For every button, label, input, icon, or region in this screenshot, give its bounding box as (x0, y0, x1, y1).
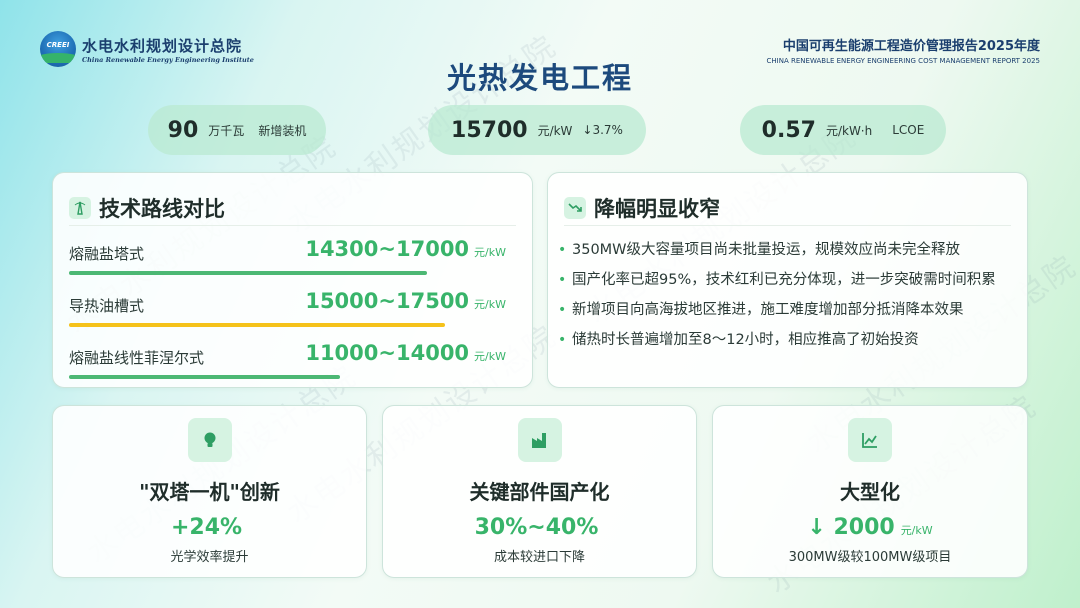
highlight-unit: 元/kW (900, 524, 933, 537)
highlight-card-localization: 关键部件国产化 30%~40% 成本较进口下降 (382, 405, 697, 578)
highlight-title: 关键部件国产化 (469, 480, 610, 504)
tech-name: 熔融盐线性菲涅尔式 (69, 349, 205, 367)
highlight-title: "双塔一机"创新 (139, 480, 280, 504)
tech-cost: 15000~17500 元/kW (305, 289, 506, 313)
highlight-value: +24% (53, 515, 366, 540)
card-title: 降幅明显收窄 (594, 197, 720, 221)
reason-list: 350MW级大容量项目尚未批量投运，规模效应尚未完全释放 国产化率已超95%，技… (556, 235, 1023, 355)
kpi-capacity: 90 万千瓦 新增装机 (148, 105, 326, 155)
highlight-value: ↓ 2000 元/kW (713, 515, 1027, 540)
decline-card: 降幅明显收窄 350MW级大容量项目尚未批量投运，规模效应尚未完全释放 国产化率… (547, 172, 1028, 388)
tech-cost: 14300~17000 元/kW (305, 237, 506, 261)
page-title: 光热发电工程 (446, 61, 633, 95)
tech-cost: 11000~14000 元/kW (305, 341, 506, 365)
kpi-cost: 15700 元/kW ↓3.7% (428, 105, 646, 155)
report-title-cn: 中国可再生能源工程造价管理报告2025年度 (782, 39, 1040, 54)
divider (564, 225, 1011, 226)
highlight-card-dual-tower: "双塔一机"创新 +24% 光学效率提升 (52, 405, 367, 578)
kpi-value: 0.57 (761, 117, 816, 143)
tech-cost-unit: 元/kW (474, 298, 506, 311)
highlight-value: 30%~40% (383, 515, 696, 540)
kpi-lcoe: 0.57 元/kW·h LCOE (740, 105, 946, 155)
kpi-label: LCOE (892, 123, 925, 137)
highlight-desc: 300MW级较100MW级项目 (788, 550, 952, 565)
kpi-label: ↓3.7% (582, 123, 623, 137)
kpi-unit: 元/kW (537, 123, 573, 138)
card-header: 降幅明显收窄 (564, 193, 720, 223)
kpi-value: 15700 (451, 117, 528, 143)
org-name: 水电水利规划设计总院 (82, 36, 243, 55)
list-item: 350MW级大容量项目尚未批量投运，规模效应尚未完全释放 (556, 235, 1023, 265)
tech-name: 导热油槽式 (69, 297, 145, 315)
tech-row: 熔融盐塔式 14300~17000 元/kW (69, 237, 506, 279)
highlight-desc: 成本较进口下降 (493, 550, 585, 565)
tech-cost-unit: 元/kW (474, 350, 506, 363)
tech-row: 导热油槽式 15000~17500 元/kW (69, 289, 506, 331)
kpi-unit: 万千瓦 (208, 123, 245, 138)
card-title: 技术路线对比 (99, 197, 225, 221)
list-item: 储热时长普遍增加至8～12小时，相应推高了初始投资 (556, 325, 1023, 355)
tech-row: 熔融盐线性菲涅尔式 11000~14000 元/kW (69, 341, 506, 383)
kpi-unit: 元/kW·h (825, 123, 873, 138)
highlight-desc: 光学效率提升 (170, 550, 249, 565)
highlight-card-scale: 大型化 ↓ 2000 元/kW 300MW级较100MW级项目 (712, 405, 1028, 578)
list-item: 国产化率已超95%，技术红利已充分体现，进一步突破需时间积累 (556, 265, 1023, 295)
highlight-number: +24% (170, 515, 243, 540)
line-chart-icon (848, 418, 892, 462)
highlight-number: 30%~40% (474, 515, 599, 540)
tech-cost-unit: 元/kW (474, 246, 506, 259)
list-item: 新增项目向高海拔地区推进，施工难度增加部分抵消降本效果 (556, 295, 1023, 325)
tech-bar (69, 323, 445, 327)
kpi-label: 新增装机 (258, 123, 307, 138)
tech-cost-range: 14300~17000 (305, 237, 470, 261)
factory-icon (517, 418, 562, 462)
lightbulb-icon (187, 418, 232, 462)
tech-name: 熔融盐塔式 (69, 245, 145, 263)
tech-cost-range: 11000~14000 (305, 341, 470, 365)
tech-route-card: 技术路线对比 熔融盐塔式 14300~17000 元/kW 导热油槽式 1500… (52, 172, 533, 388)
highlight-number: ↓ 2000 (807, 515, 895, 540)
tech-cost-range: 15000~17500 (305, 289, 470, 313)
divider (69, 225, 516, 226)
highlight-title: 大型化 (840, 480, 900, 504)
tech-bar (69, 271, 428, 275)
tech-bar (69, 375, 340, 379)
card-header: 技术路线对比 (69, 193, 225, 223)
kpi-value: 90 (167, 117, 199, 143)
trend-down-icon (564, 197, 586, 219)
tower-icon (69, 197, 91, 219)
